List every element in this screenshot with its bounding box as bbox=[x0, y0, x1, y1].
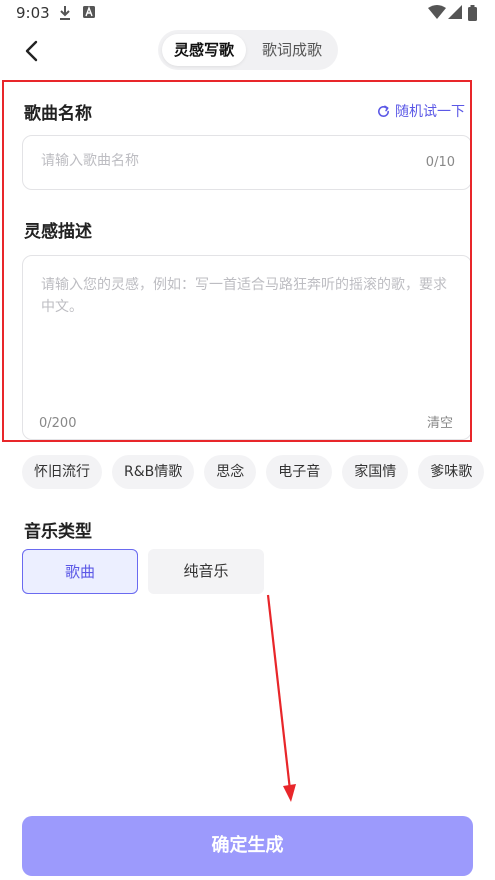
music-type-title: 音乐类型 bbox=[24, 522, 92, 542]
random-try-label: 随机试一下 bbox=[395, 104, 465, 120]
confirm-generate-button[interactable]: 确定生成 bbox=[22, 816, 473, 876]
top-bar: 灵感写歌 歌词成歌 bbox=[0, 28, 495, 72]
tag-chip[interactable]: 电子音 bbox=[266, 455, 333, 489]
app-notification-icon bbox=[83, 6, 95, 18]
song-name-counter: 0/10 bbox=[425, 155, 455, 170]
mode-tabs: 灵感写歌 歌词成歌 bbox=[158, 30, 338, 70]
back-arrow-icon[interactable] bbox=[20, 38, 46, 64]
tag-chip[interactable]: R&B情歌 bbox=[112, 455, 195, 489]
inspiration-counter: 0/200 bbox=[39, 416, 77, 431]
download-icon bbox=[60, 6, 70, 20]
tab-lyrics-to-song[interactable]: 歌词成歌 bbox=[250, 34, 334, 66]
inspiration-title: 灵感描述 bbox=[24, 222, 92, 242]
inspiration-field: 0/200 清空 bbox=[22, 255, 472, 440]
random-try-button[interactable]: 随机试一下 bbox=[376, 101, 465, 121]
song-name-field: 0/10 bbox=[22, 135, 472, 190]
song-name-title: 歌曲名称 bbox=[24, 104, 92, 124]
wifi-icon bbox=[428, 5, 446, 19]
tab-inspiration-writing[interactable]: 灵感写歌 bbox=[162, 34, 246, 66]
battery-icon bbox=[468, 5, 477, 21]
refresh-icon bbox=[378, 105, 389, 117]
clear-button[interactable]: 清空 bbox=[427, 412, 453, 431]
annotation-arrow-icon bbox=[266, 594, 296, 802]
signal-icon bbox=[448, 5, 462, 19]
music-type-song-button[interactable]: 歌曲 bbox=[22, 549, 138, 594]
music-type-instrumental-button[interactable]: 纯音乐 bbox=[148, 549, 264, 594]
tag-chip[interactable]: 怀旧流行 bbox=[22, 455, 102, 489]
inspiration-textarea[interactable] bbox=[39, 272, 461, 376]
tag-chip[interactable]: 家国情 bbox=[342, 455, 409, 489]
tag-chips: 怀旧流行 R&B情歌 思念 电子音 家国情 爹味歌 bbox=[22, 455, 495, 490]
status-bar: 9:03 bbox=[0, 0, 495, 28]
tag-chip[interactable]: 思念 bbox=[204, 455, 257, 489]
tag-chip[interactable]: 爹味歌 bbox=[418, 455, 485, 489]
status-time: 9:03 bbox=[16, 4, 50, 22]
song-name-input[interactable] bbox=[39, 152, 403, 170]
